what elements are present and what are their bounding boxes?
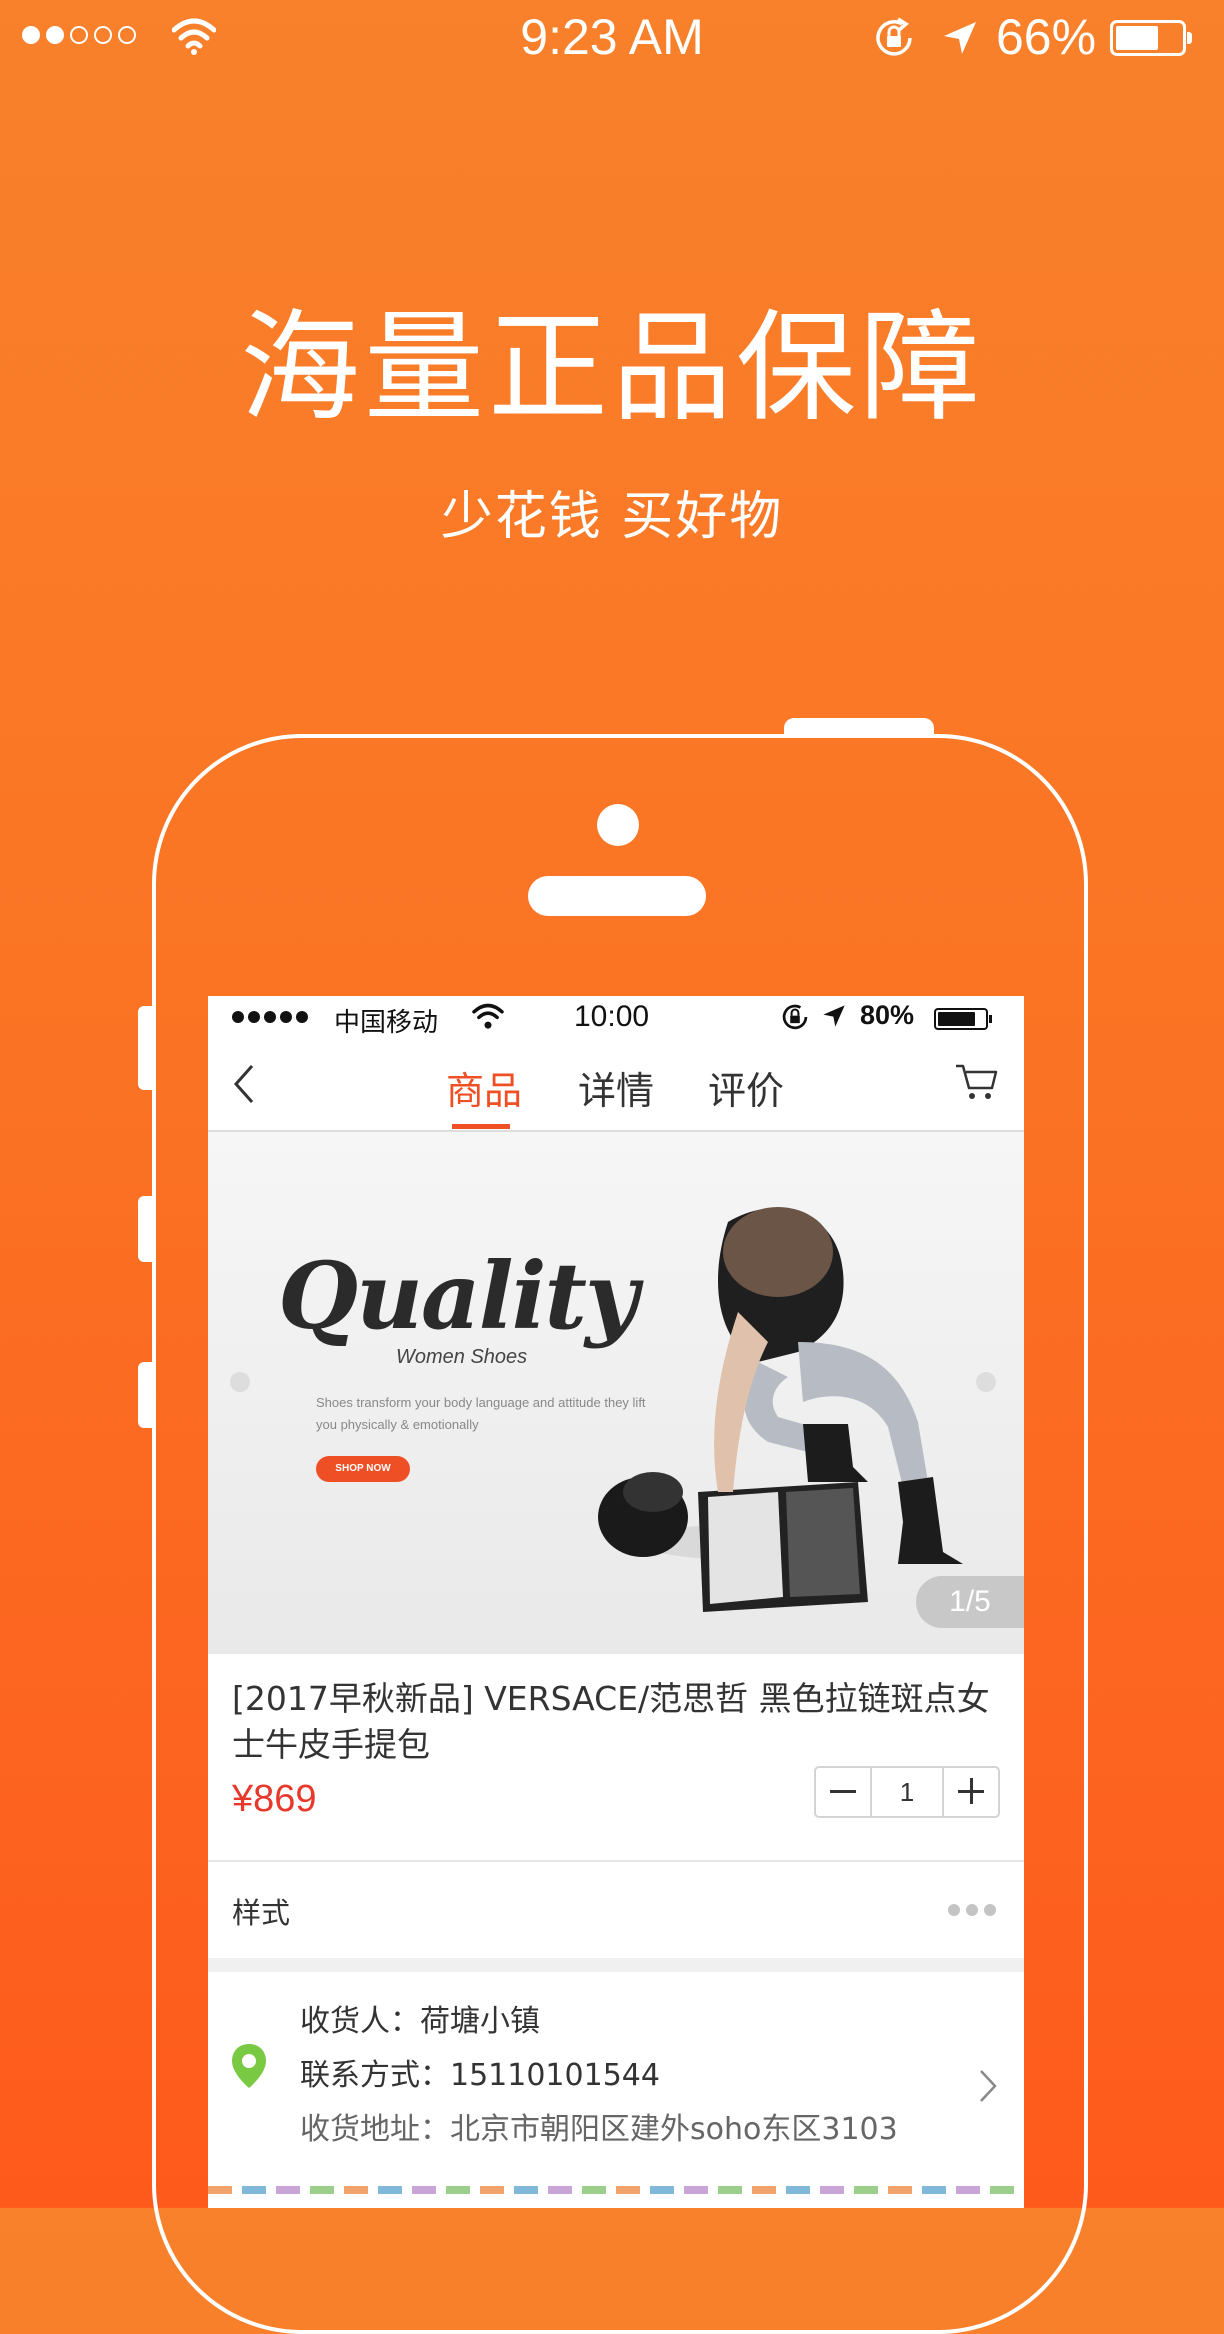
- promo-subline: 少花钱 买好物: [440, 487, 784, 547]
- location-pin-icon: [232, 2044, 266, 2088]
- product-title: [2017早秋新品] VERSACE/范思哲 黑色拉链斑点女士牛皮手提包: [232, 1679, 990, 1764]
- shipping-address-row[interactable]: 收货人：荷塘小镇 联系方式：15110101544 收货地址：北京市朝阳区建外s…: [208, 1972, 1024, 2208]
- cart-icon[interactable]: [954, 1062, 998, 1102]
- shop-now-button[interactable]: SHOP NOW: [316, 1456, 410, 1482]
- back-icon[interactable]: [232, 1062, 256, 1106]
- status-bar: 9:23 AM 66%: [0, 0, 1224, 76]
- phone-volume-down: [138, 1362, 152, 1428]
- tab-reviews[interactable]: 评价: [708, 1060, 784, 1115]
- inner-status-bar: 中国移动 10:00 80%: [208, 996, 1024, 1038]
- banner-page-indicator: 1/5: [916, 1576, 1024, 1628]
- promo-headline: 海量正品保障: [240, 299, 984, 438]
- style-selector-row[interactable]: 样式: [208, 1862, 1024, 1956]
- recipient-name: 收货人：荷塘小镇: [300, 2004, 540, 2039]
- inner-status-time: 10:00: [574, 1000, 650, 1033]
- phone-mute-switch: [138, 1006, 152, 1090]
- phone-screen: 中国移动 10:00 80% 商品 详情 评价 Quality Women Sh…: [208, 996, 1024, 2208]
- recipient-address: 收货地址：北京市朝阳区建外soho东区3103: [300, 2112, 898, 2147]
- phone-volume-up: [138, 1196, 152, 1262]
- battery-percent: 66%: [996, 9, 1097, 65]
- active-tab-indicator: [452, 1124, 510, 1129]
- tab-goods[interactable]: 商品: [446, 1060, 522, 1115]
- battery-icon: [1110, 20, 1192, 56]
- inner-rotation-lock-icon: [782, 1004, 808, 1030]
- quantity-stepper: 1: [814, 1766, 1000, 1818]
- quantity-value[interactable]: 1: [870, 1768, 944, 1816]
- envelope-stripe-decoration: [208, 2186, 1024, 2194]
- more-icon[interactable]: [948, 1904, 996, 1916]
- phone-camera: [597, 804, 639, 846]
- banner-subtitle: Women Shoes: [396, 1346, 528, 1368]
- product-nav-bar: 商品 详情 评价: [208, 1038, 1024, 1132]
- chevron-right-icon[interactable]: [978, 2068, 998, 2104]
- banner-model-image: [598, 1207, 963, 1612]
- quantity-decrease-button[interactable]: [816, 1768, 870, 1816]
- recipient-phone: 联系方式：15110101544: [300, 2058, 660, 2093]
- section-gap: [208, 1958, 1024, 1972]
- location-arrow-icon: [944, 22, 976, 54]
- inner-wifi-icon: [472, 1003, 504, 1029]
- style-label: 样式: [232, 1896, 291, 1930]
- inner-battery-percent: 80%: [860, 1000, 915, 1030]
- inner-battery-icon: [934, 1008, 992, 1030]
- inner-signal-icon: [232, 1011, 308, 1023]
- tab-details[interactable]: 详情: [578, 1060, 654, 1115]
- product-banner-carousel[interactable]: Quality Women Shoes Shoes transform your…: [208, 1132, 1024, 1654]
- carrier-name: 中国移动: [334, 1008, 439, 1038]
- inner-location-icon: [823, 1005, 845, 1027]
- phone-speaker: [528, 876, 706, 916]
- quantity-increase-button[interactable]: [944, 1768, 998, 1816]
- banner-prev-icon[interactable]: [230, 1372, 250, 1392]
- product-price: ¥869: [232, 1778, 317, 1820]
- banner-title: Quality: [278, 1242, 638, 1350]
- rotation-lock-icon: [876, 17, 912, 56]
